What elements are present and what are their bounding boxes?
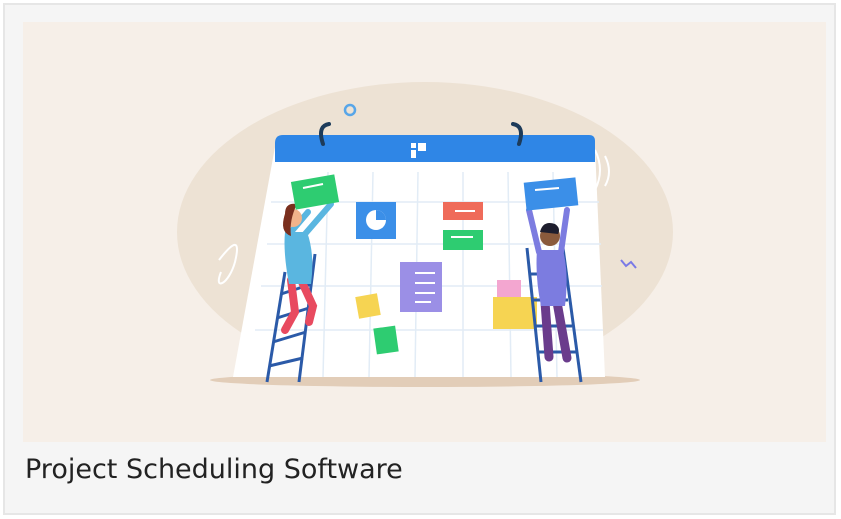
- product-card[interactable]: Project Scheduling Software: [3, 3, 836, 515]
- held-blue-card: [523, 177, 579, 211]
- illustration-svg: [177, 82, 673, 387]
- yellow-sticky-note: [355, 293, 381, 319]
- project-scheduling-illustration: [23, 22, 826, 442]
- checklist-card: [400, 262, 442, 312]
- card-title[interactable]: Project Scheduling Software: [25, 453, 403, 487]
- green-task-card: [443, 230, 483, 250]
- green-sticky-note: [373, 325, 399, 355]
- yellow-task-card: [493, 297, 537, 329]
